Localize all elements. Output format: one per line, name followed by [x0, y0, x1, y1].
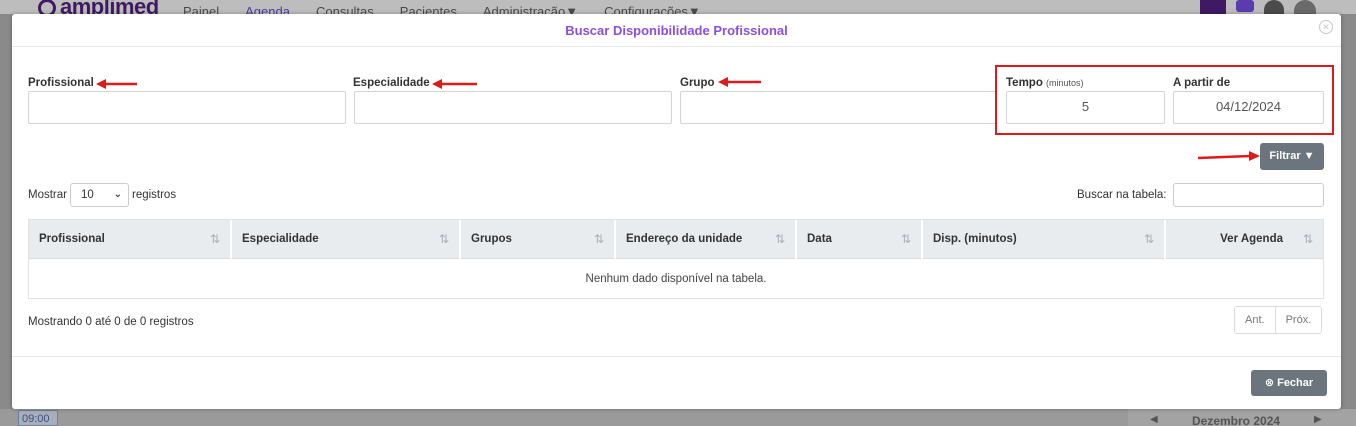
sort-icon: ⇅ [593, 232, 604, 246]
availability-modal: Buscar Disponibilidade Profissional ✕ Pr… [12, 14, 1341, 409]
column-grupos[interactable]: Grupos ⇅ [461, 220, 616, 259]
sort-icon: ⇅ [900, 232, 911, 246]
logo-mark-icon [38, 0, 56, 14]
modal-header: Buscar Disponibilidade Profissional ✕ [12, 14, 1341, 47]
filter-button[interactable]: Filtrar ▼ [1260, 143, 1324, 170]
profissional-input[interactable] [28, 91, 346, 124]
empty-table-message: Nenhum dado disponível na tabela. [585, 273, 767, 285]
close-icon[interactable]: ✕ [1319, 20, 1333, 34]
filter-icon: ▼ [1303, 150, 1315, 162]
column-ver-agenda[interactable]: Ver Agenda ⇅ [1166, 220, 1323, 259]
page-length-select[interactable]: 10 ⌄ [69, 183, 129, 207]
menu-item-painel[interactable]: Painel [183, 4, 219, 14]
avatar[interactable] [1294, 0, 1316, 14]
sort-icon: ⇅ [774, 232, 785, 246]
column-endereco[interactable]: Endereço da unidade ⇅ [616, 220, 797, 259]
a-partir-label: A partir de [1173, 77, 1231, 89]
search-input[interactable] [1173, 183, 1324, 207]
prev-month-icon[interactable]: ◀ [1150, 414, 1158, 425]
app-logo: amplimed [38, 0, 159, 14]
column-label: Endereço da unidade [626, 233, 743, 245]
menu-item-consultas[interactable]: Consultas [316, 4, 374, 14]
annotation-arrow-grupo [718, 77, 761, 87]
tempo-unit: (minutos) [1046, 78, 1084, 88]
next-month-icon[interactable]: ▶ [1314, 414, 1322, 425]
column-label: Disp. (minutos) [933, 233, 1017, 245]
tempo-label-text: Tempo [1006, 77, 1043, 89]
column-especialidade[interactable]: Especialidade ⇅ [232, 220, 461, 259]
bell-icon[interactable] [1264, 0, 1284, 14]
grupo-label: Grupo [680, 77, 715, 89]
sort-icon: ⇅ [209, 232, 220, 246]
calendar-icon[interactable] [1236, 0, 1254, 12]
results-table: Profissional ⇅ Especialidade ⇅ Grupos ⇅ End… [28, 219, 1324, 299]
sort-icon: ⇅ [1143, 232, 1154, 246]
grupo-input[interactable] [680, 91, 996, 124]
column-profissional[interactable]: Profissional ⇅ [29, 220, 232, 259]
navbar-right [1200, 0, 1316, 14]
profissional-label: Profissional [28, 77, 94, 89]
page-length-control: Mostrar 10 ⌄ registros [28, 183, 176, 207]
search-label: Buscar na tabela: [1077, 189, 1167, 201]
column-disp-minutos[interactable]: Disp. (minutos) ⇅ [923, 220, 1166, 259]
table-header: Profissional ⇅ Especialidade ⇅ Grupos ⇅ End… [29, 220, 1323, 259]
app-navbar: amplimed Painel Agenda Consultas Pacient… [0, 0, 1356, 14]
filter-button-label: Filtrar [1269, 150, 1301, 162]
tempo-input[interactable]: 5 [1006, 91, 1165, 124]
menu-item-configuracoes[interactable]: Configurações▼ [604, 4, 701, 14]
annotation-arrow-profissional [96, 79, 137, 89]
calendar-month: Dezembro 2024 [1192, 414, 1281, 426]
close-circle-icon: ⊗ [1264, 377, 1275, 389]
next-page-button[interactable]: Próx. [1276, 307, 1322, 333]
table-info: Mostrando 0 até 0 de 0 registros [28, 316, 194, 328]
show-prefix: Mostrar [28, 189, 67, 201]
column-data[interactable]: Data ⇅ [797, 220, 923, 259]
annotation-arrow-filter [1198, 151, 1260, 161]
column-label: Ver Agenda [1220, 233, 1283, 245]
time-slot[interactable]: 09:00 [18, 410, 58, 426]
page-length-value: 10 [80, 189, 94, 201]
prev-page-button[interactable]: Ant. [1235, 307, 1276, 333]
column-label: Data [807, 233, 832, 245]
modal-footer-divider [12, 356, 1341, 357]
column-label: Profissional [39, 233, 105, 245]
sort-icon: ⇅ [438, 232, 449, 246]
tempo-label: Tempo (minutos) [1006, 77, 1084, 89]
modal-title: Buscar Disponibilidade Profissional [565, 23, 788, 38]
pagination: Ant. Próx. [1234, 306, 1323, 334]
brand-icon[interactable] [1200, 0, 1226, 14]
especialidade-label: Especialidade [353, 77, 430, 89]
show-suffix: registros [131, 189, 177, 201]
column-label: Especialidade [242, 233, 319, 245]
menu-item-agenda[interactable]: Agenda [245, 4, 290, 14]
close-button-label: Fechar [1277, 377, 1314, 389]
close-button[interactable]: ⊗ Fechar [1251, 370, 1327, 396]
menu-item-administracao[interactable]: Administração▼ [483, 4, 578, 14]
column-label: Grupos [471, 233, 512, 245]
sort-icon: ⇅ [1302, 232, 1313, 246]
annotation-arrow-especialidade [432, 79, 477, 89]
date-input[interactable]: 04/12/2024 [1173, 91, 1324, 124]
chevron-down-icon: ⌄ [113, 189, 122, 200]
especialidade-input[interactable] [354, 91, 672, 124]
menu-item-pacientes[interactable]: Pacientes [400, 4, 457, 14]
app-menu: Painel Agenda Consultas Pacientes Admini… [183, 4, 701, 14]
